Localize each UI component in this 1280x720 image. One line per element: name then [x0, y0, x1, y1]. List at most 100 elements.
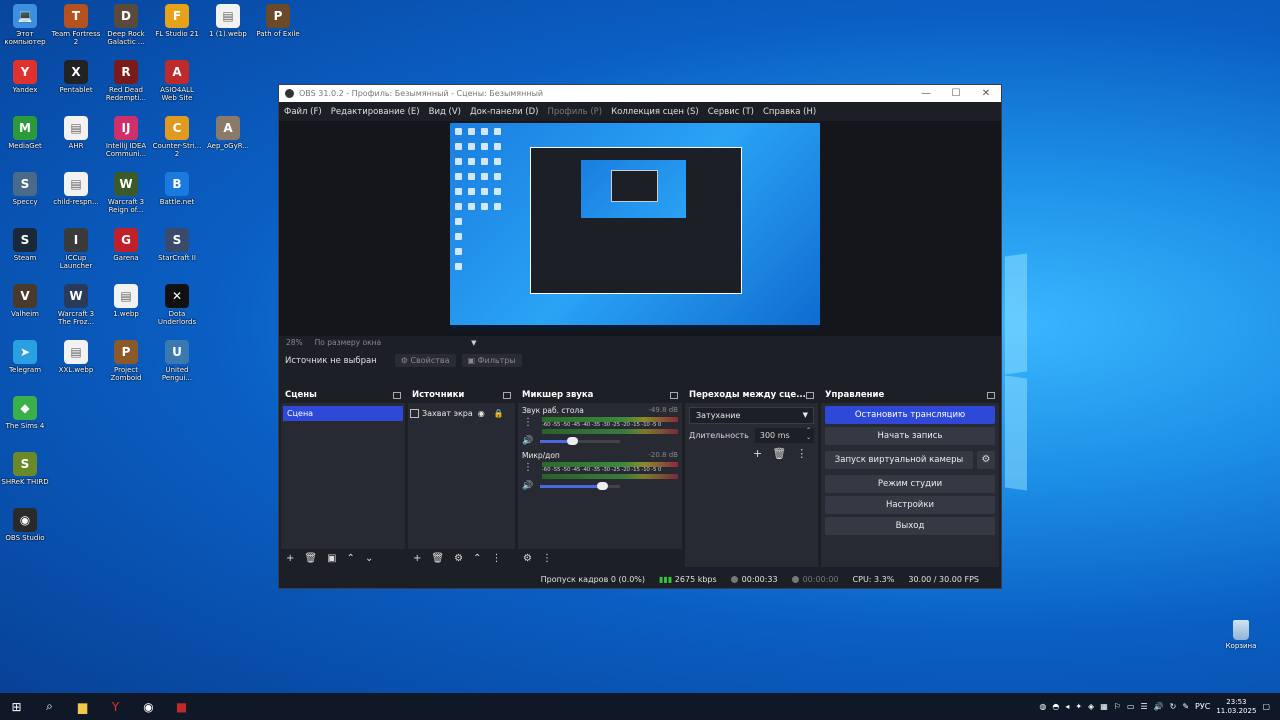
- desktop-icon[interactable]: ✕ Dota Underlords: [152, 284, 202, 326]
- desktop-icon[interactable]: P Path of Exile: [253, 4, 303, 38]
- preview-area[interactable]: [279, 121, 1001, 336]
- filter-icon[interactable]: ▣: [327, 553, 336, 564]
- menu-item[interactable]: Профиль (P): [547, 107, 602, 117]
- transition-select[interactable]: Затухание ▼: [689, 407, 814, 424]
- clock[interactable]: 23:53 11.03.2025: [1216, 698, 1256, 716]
- desktop-icon[interactable]: S Speccy: [0, 172, 50, 206]
- start-record-button[interactable]: Начать запись: [825, 427, 995, 445]
- studio-mode-button[interactable]: Режим студии: [825, 475, 995, 493]
- notification-icon[interactable]: ▢: [1262, 702, 1270, 711]
- tray-app-icon[interactable]: ▦: [1100, 702, 1108, 711]
- menu-item[interactable]: Вид (V): [429, 107, 461, 117]
- trash-icon[interactable]: 🗑: [304, 553, 317, 564]
- add-icon[interactable]: +: [413, 553, 421, 564]
- desktop-icon[interactable]: P Project Zomboid: [101, 340, 151, 382]
- tray-app-icon[interactable]: ↻: [1170, 702, 1177, 711]
- desktop-icon[interactable]: T Team Fortress 2: [51, 4, 101, 46]
- start-button[interactable]: ⊞: [0, 693, 33, 720]
- volume-icon[interactable]: 🔊: [522, 481, 534, 491]
- desktop-icon[interactable]: D Deep Rock Galactic ...: [101, 4, 151, 46]
- chevron-up-icon[interactable]: ⌃: [347, 553, 355, 564]
- trash-icon[interactable]: 🗑: [431, 553, 444, 564]
- desktop-icon[interactable]: ▤ 1.webp: [101, 284, 151, 318]
- lock-icon[interactable]: 🔒: [494, 406, 504, 421]
- minimize-icon[interactable]: —: [911, 88, 941, 99]
- desktop-icon[interactable]: M MediaGet: [0, 116, 50, 150]
- menu-item[interactable]: Док-панели (D): [470, 107, 538, 117]
- eye-icon[interactable]: ◉: [478, 406, 485, 421]
- desktop-icon[interactable]: ➤ Telegram: [0, 340, 50, 374]
- properties-button[interactable]: ⚙ Свойства: [394, 354, 456, 367]
- tray-app-icon[interactable]: ◂: [1065, 702, 1069, 711]
- desktop-icon[interactable]: ◉ OBS Studio: [0, 508, 50, 542]
- popout-icon[interactable]: [503, 391, 511, 399]
- gear-icon[interactable]: ⚙: [454, 553, 463, 564]
- desktop-icon[interactable]: ▤ XXL.webp: [51, 340, 101, 374]
- desktop-icon[interactable]: G Garena: [101, 228, 151, 262]
- more-icon[interactable]: ⋮: [542, 553, 552, 564]
- desktop-icon[interactable]: V Valheim: [0, 284, 50, 318]
- more-icon[interactable]: ⋮: [523, 417, 533, 428]
- close-icon[interactable]: ✕: [971, 88, 1001, 99]
- desktop-icon[interactable]: ▤ AHR: [51, 116, 101, 150]
- add-icon[interactable]: +: [753, 447, 762, 460]
- tray-app-icon[interactable]: ⚐: [1114, 702, 1121, 711]
- network-icon[interactable]: ☰: [1141, 702, 1148, 711]
- add-icon[interactable]: +: [286, 553, 294, 564]
- maximize-icon[interactable]: ☐: [941, 88, 971, 99]
- trash-icon[interactable]: 🗑: [772, 447, 786, 460]
- popout-icon[interactable]: [806, 391, 814, 399]
- desktop-icon[interactable]: B Battle.net: [152, 172, 202, 206]
- settings-button[interactable]: Настройки: [825, 496, 995, 514]
- filters-button[interactable]: ▣ Фильтры: [461, 354, 522, 367]
- desktop-icon[interactable]: W Warcraft 3 Reign of...: [101, 172, 151, 214]
- obs-taskbar-icon[interactable]: ◉: [132, 693, 165, 720]
- tray-app-icon[interactable]: ◓: [1052, 702, 1059, 711]
- desktop-icon[interactable]: IJ IntelliJ IDEA Communi...: [101, 116, 151, 158]
- yandex-browser-icon[interactable]: Y: [99, 693, 132, 720]
- desktop-icon[interactable]: S Steam: [0, 228, 50, 262]
- desktop-icon[interactable]: I ICCup Launcher: [51, 228, 101, 270]
- volume-icon[interactable]: 🔊: [522, 436, 534, 446]
- menu-item[interactable]: Редактирование (E): [331, 107, 420, 117]
- virtual-cam-button[interactable]: Запуск виртуальной камеры: [825, 451, 973, 469]
- more-icon[interactable]: ⋮: [523, 462, 533, 473]
- chevron-down-icon[interactable]: ⌄: [365, 553, 373, 564]
- desktop-icon[interactable]: U United Pengui...: [152, 340, 202, 382]
- menu-item[interactable]: Сервис (T): [708, 107, 754, 117]
- source-item[interactable]: Захват экра ◉ 🔒: [410, 406, 513, 421]
- popout-icon[interactable]: [670, 391, 678, 399]
- desktop-icon[interactable]: S StarCraft II: [152, 228, 202, 262]
- desktop-icon[interactable]: ◆ The Sims 4: [0, 396, 50, 430]
- tray-app-icon[interactable]: ✎: [1182, 702, 1189, 711]
- chevron-up-icon[interactable]: ⌃: [473, 553, 481, 564]
- desktop-icon[interactable]: R Red Dead Redempti...: [101, 60, 151, 102]
- title-bar[interactable]: OBS 31.0.2 - Профиль: Безымянный - Сцены…: [279, 85, 1001, 102]
- volume-icon[interactable]: 🔊: [1154, 702, 1164, 711]
- desktop-icon[interactable]: 💻 Этот компьютер: [0, 4, 50, 46]
- search-icon[interactable]: ⌕: [33, 693, 66, 720]
- menu-item[interactable]: Файл (F): [284, 107, 322, 117]
- tray-app-icon[interactable]: ◈: [1088, 702, 1094, 711]
- menu-item[interactable]: Коллекция сцен (S): [611, 107, 699, 117]
- popout-icon[interactable]: [393, 391, 401, 399]
- tray-app-icon[interactable]: ✦: [1075, 702, 1082, 711]
- exit-button[interactable]: Выход: [825, 517, 995, 535]
- gear-icon[interactable]: ⚙: [523, 553, 532, 564]
- duration-input[interactable]: 300 ms ⌃ ⌄: [754, 427, 814, 443]
- popout-icon[interactable]: [987, 391, 995, 399]
- desktop-icon[interactable]: W Warcraft 3 The Froz...: [51, 284, 101, 326]
- stop-stream-button[interactable]: Остановить трансляцию: [825, 406, 995, 424]
- desktop-icon[interactable]: ▤ child-respn...: [51, 172, 101, 206]
- volume-slider[interactable]: [540, 436, 620, 445]
- recycle-bin[interactable]: Корзина: [1217, 620, 1265, 650]
- chevron-down-icon[interactable]: ▼: [471, 339, 476, 347]
- battery-icon[interactable]: ▭: [1127, 702, 1135, 711]
- more-icon[interactable]: ⋮: [491, 553, 501, 564]
- spinner-icon[interactable]: ⌃ ⌄: [806, 427, 811, 441]
- app-taskbar-icon[interactable]: ■: [165, 693, 198, 720]
- desktop-icon[interactable]: S SHReK THIRD: [0, 452, 50, 486]
- fit-mode-select[interactable]: По размеру окна: [315, 338, 381, 347]
- more-icon[interactable]: ⋮: [796, 447, 807, 460]
- desktop-icon[interactable]: X Pentablet: [51, 60, 101, 94]
